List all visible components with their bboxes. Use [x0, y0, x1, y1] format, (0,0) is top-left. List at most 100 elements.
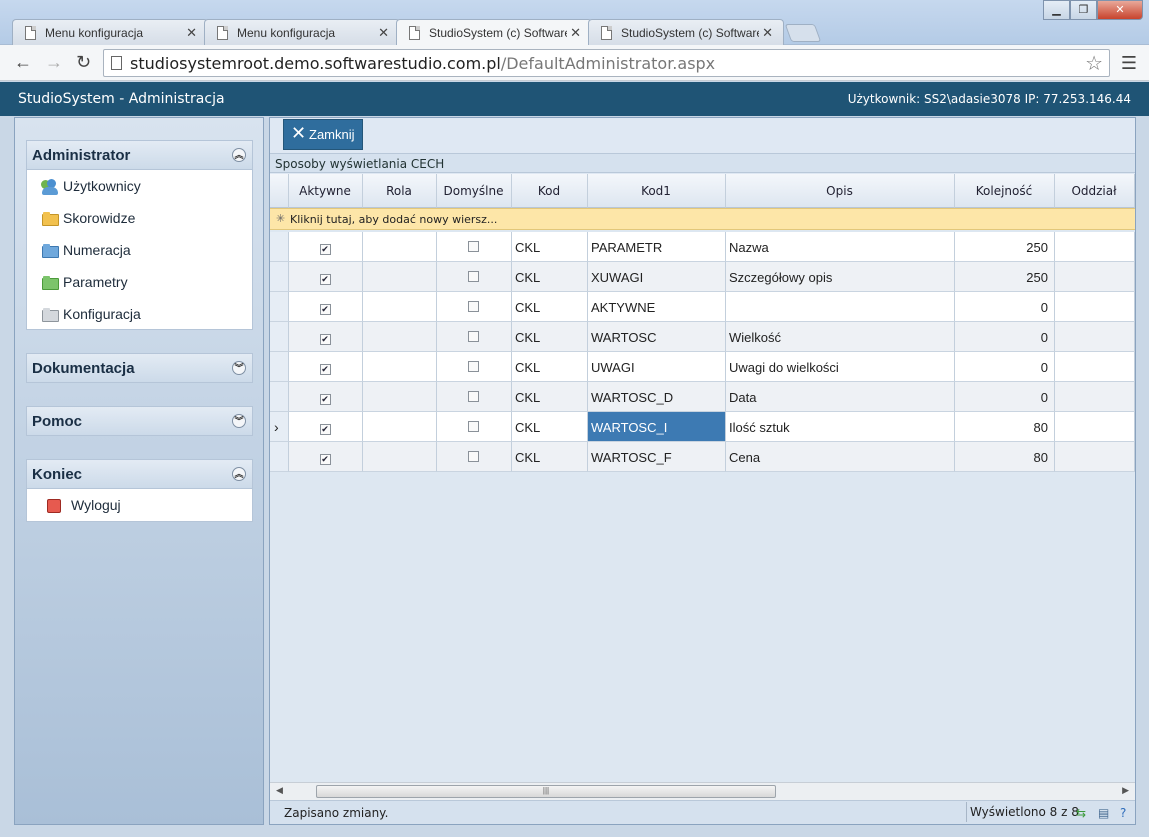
- sidebar-item-parametry[interactable]: Parametry: [27, 266, 252, 298]
- oddzial-cell[interactable]: [1055, 292, 1135, 322]
- domyslne-cell[interactable]: [437, 322, 512, 352]
- rola-cell[interactable]: [363, 262, 437, 292]
- aktywne-cell[interactable]: ✔: [289, 352, 363, 382]
- aktywne-checkbox[interactable]: ✔: [319, 364, 331, 375]
- collapse-up-icon[interactable]: ︽: [232, 467, 246, 481]
- opis-cell[interactable]: Szczegółowy opis: [726, 262, 955, 292]
- expand-down-icon[interactable]: ︾: [232, 414, 246, 428]
- panel-header-pomoc[interactable]: Pomoc ︾: [26, 406, 253, 436]
- rola-cell[interactable]: [363, 322, 437, 352]
- row-indicator[interactable]: [270, 232, 289, 262]
- domyslne-checkbox[interactable]: [468, 361, 479, 372]
- row-indicator[interactable]: [270, 322, 289, 352]
- oddzial-cell[interactable]: [1055, 322, 1135, 352]
- aktywne-checkbox[interactable]: ✔: [319, 454, 331, 465]
- domyslne-cell[interactable]: [437, 262, 512, 292]
- opis-cell[interactable]: [726, 292, 955, 322]
- table-row[interactable]: ✔ CKL XUWAGI Szczegółowy opis 250: [270, 262, 1135, 292]
- panel-header-administrator[interactable]: Administrator ︽: [26, 140, 253, 170]
- kod1-cell[interactable]: WARTOSC_I: [588, 412, 726, 442]
- kod-cell[interactable]: CKL: [512, 442, 588, 472]
- rola-cell[interactable]: [363, 382, 437, 412]
- aktywne-cell[interactable]: ✔: [289, 412, 363, 442]
- export-icon[interactable]: ▤: [1098, 806, 1109, 820]
- tab-close-icon[interactable]: ✕: [570, 25, 581, 41]
- address-bar[interactable]: studiosystemroot.demo.softwarestudio.com…: [103, 49, 1110, 77]
- tab-close-icon[interactable]: ✕: [762, 25, 773, 41]
- oddzial-cell[interactable]: [1055, 442, 1135, 472]
- minimize-icon[interactable]: ▁: [1043, 0, 1070, 20]
- kod-cell[interactable]: CKL: [512, 322, 588, 352]
- table-row[interactable]: ✔ CKL UWAGI Uwagi do wielkości 0: [270, 352, 1135, 382]
- help-icon[interactable]: ?: [1120, 806, 1126, 820]
- row-indicator[interactable]: [270, 382, 289, 412]
- aktywne-cell[interactable]: ✔: [289, 442, 363, 472]
- window-close-icon[interactable]: ✕: [1097, 0, 1143, 20]
- aktywne-cell[interactable]: ✔: [289, 382, 363, 412]
- rola-cell[interactable]: [363, 292, 437, 322]
- rola-cell[interactable]: [363, 442, 437, 472]
- expand-down-icon[interactable]: ︾: [232, 361, 246, 375]
- aktywne-checkbox[interactable]: ✔: [319, 394, 331, 405]
- rola-cell[interactable]: [363, 232, 437, 262]
- row-indicator[interactable]: [270, 442, 289, 472]
- domyslne-checkbox[interactable]: [468, 421, 479, 432]
- domyslne-cell[interactable]: [437, 292, 512, 322]
- horizontal-scrollbar[interactable]: ◀ ||| ▶: [270, 782, 1135, 800]
- reload-icon[interactable]: ↻: [76, 52, 91, 73]
- aktywne-cell[interactable]: ✔: [289, 292, 363, 322]
- opis-cell[interactable]: Data: [726, 382, 955, 412]
- domyslne-cell[interactable]: [437, 232, 512, 262]
- sidebar-item-skorowidze[interactable]: Skorowidze: [27, 202, 252, 234]
- kod-cell[interactable]: CKL: [512, 232, 588, 262]
- tab-close-icon[interactable]: ✕: [186, 25, 197, 41]
- kod-cell[interactable]: CKL: [512, 262, 588, 292]
- kolejnosc-cell[interactable]: 80: [955, 412, 1055, 442]
- add-new-row[interactable]: ✳ Kliknij tutaj, aby dodać nowy wiersz..…: [270, 208, 1135, 230]
- column-header[interactable]: Opis: [726, 174, 955, 208]
- kod1-cell[interactable]: AKTYWNE: [588, 292, 726, 322]
- scroll-right-icon[interactable]: ▶: [1122, 785, 1129, 796]
- oddzial-cell[interactable]: [1055, 352, 1135, 382]
- aktywne-checkbox[interactable]: ✔: [319, 304, 331, 315]
- column-header[interactable]: Domyślne: [437, 174, 512, 208]
- aktywne-checkbox[interactable]: ✔: [319, 424, 331, 435]
- aktywne-cell[interactable]: ✔: [289, 322, 363, 352]
- kod1-cell[interactable]: PARAMETR: [588, 232, 726, 262]
- aktywne-cell[interactable]: ✔: [289, 232, 363, 262]
- sidebar-item-konfiguracja[interactable]: Konfiguracja: [27, 298, 252, 330]
- column-header[interactable]: Kod: [512, 174, 588, 208]
- kolejnosc-cell[interactable]: 250: [955, 232, 1055, 262]
- browser-tab-2[interactable]: Menu konfiguracja ✕: [204, 19, 400, 46]
- aktywne-checkbox[interactable]: ✔: [319, 244, 331, 255]
- scrollbar-thumb[interactable]: |||: [316, 785, 776, 798]
- kod1-cell[interactable]: WARTOSC_D: [588, 382, 726, 412]
- row-indicator[interactable]: [270, 352, 289, 382]
- domyslne-cell[interactable]: [437, 382, 512, 412]
- kod1-cell[interactable]: WARTOSC: [588, 322, 726, 352]
- oddzial-cell[interactable]: [1055, 262, 1135, 292]
- browser-tab-3[interactable]: StudioSystem (c) Software ✕: [396, 19, 592, 46]
- domyslne-checkbox[interactable]: [468, 451, 479, 462]
- kolejnosc-cell[interactable]: 80: [955, 442, 1055, 472]
- panel-header-koniec[interactable]: Koniec ︽: [26, 459, 253, 489]
- column-header[interactable]: Kolejność: [955, 174, 1055, 208]
- opis-cell[interactable]: Wielkość: [726, 322, 955, 352]
- kod-cell[interactable]: CKL: [512, 352, 588, 382]
- sidebar-item-wyloguj[interactable]: Wyloguj: [27, 489, 252, 521]
- oddzial-cell[interactable]: [1055, 412, 1135, 442]
- sidebar-item-uzytkownicy[interactable]: Użytkownicy: [27, 170, 252, 202]
- maximize-icon[interactable]: ❐: [1070, 0, 1097, 20]
- row-indicator[interactable]: [270, 292, 289, 322]
- row-indicator[interactable]: ›: [270, 412, 289, 442]
- close-button[interactable]: ✕ Zamknij: [283, 119, 363, 150]
- column-header[interactable]: Kod1: [588, 174, 726, 208]
- kod-cell[interactable]: CKL: [512, 412, 588, 442]
- domyslne-cell[interactable]: [437, 352, 512, 382]
- column-header[interactable]: Aktywne: [289, 174, 363, 208]
- kolejnosc-cell[interactable]: 250: [955, 262, 1055, 292]
- column-header[interactable]: Rola: [363, 174, 437, 208]
- forward-arrow-icon[interactable]: →: [45, 52, 63, 73]
- table-row[interactable]: ✔ CKL WARTOSC Wielkość 0: [270, 322, 1135, 352]
- opis-cell[interactable]: Ilość sztuk: [726, 412, 955, 442]
